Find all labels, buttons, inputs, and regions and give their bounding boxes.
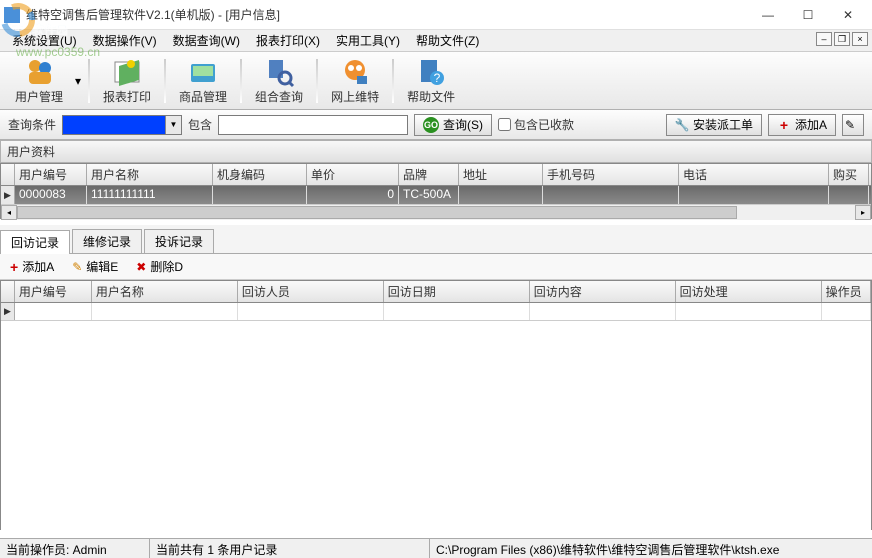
minimize-button[interactable]: — bbox=[748, 1, 788, 29]
search-bar: 查询条件 ▼ 包含 GO 查询(S) 包含已收款 🔧 安装派工单 + 添加A ✎ bbox=[0, 110, 872, 140]
col-body-code[interactable]: 机身编码 bbox=[213, 164, 307, 185]
report-icon bbox=[111, 56, 143, 88]
scroll-left-icon[interactable]: ◂ bbox=[1, 205, 17, 220]
add-button[interactable]: + 添加A bbox=[768, 114, 836, 136]
col-buy[interactable]: 购买 bbox=[829, 164, 869, 185]
col-user-id[interactable]: 用户编号 bbox=[15, 164, 87, 185]
maximize-button[interactable]: ☐ bbox=[788, 1, 828, 29]
delete-icon: ✖ bbox=[136, 260, 146, 274]
mdi-controls: – ❐ × bbox=[816, 32, 868, 46]
close-button[interactable]: ✕ bbox=[828, 1, 868, 29]
user-grid-hscroll[interactable]: ◂ ▸ bbox=[1, 204, 871, 220]
query-button[interactable]: GO 查询(S) bbox=[414, 114, 492, 136]
mdi-restore[interactable]: ❐ bbox=[834, 32, 850, 46]
visit-grid-header: 用户编号 用户名称 回访人员 回访日期 回访内容 回访处理 操作员 bbox=[1, 281, 871, 303]
vcol-visit-handle[interactable]: 回访处理 bbox=[676, 281, 822, 302]
search-input[interactable] bbox=[218, 115, 408, 135]
col-brand[interactable]: 品牌 bbox=[399, 164, 459, 185]
tool-user-mgmt-dropdown[interactable]: ▾ bbox=[72, 55, 84, 107]
titlebar: 维特空调售后管理软件V2.1(单机版) - [用户信息] — ☐ ✕ bbox=[0, 0, 872, 30]
user-grid: 用户编号 用户名称 机身编码 单价 品牌 地址 手机号码 电话 购买 ▶ 000… bbox=[0, 163, 872, 219]
tool-web[interactable]: 网上维特 bbox=[322, 55, 388, 107]
tab-repair[interactable]: 维修记录 bbox=[72, 229, 142, 253]
vcol-operator[interactable]: 操作员 bbox=[822, 281, 871, 302]
vcol-user-name[interactable]: 用户名称 bbox=[92, 281, 238, 302]
help-icon: ? bbox=[415, 56, 447, 88]
main-toolbar: 用户管理 ▾ 报表打印 商品管理 组合查询 网上维特 ? 帮助文件 bbox=[0, 52, 872, 110]
tool-report-print[interactable]: 报表打印 bbox=[94, 55, 160, 107]
combo-query-icon bbox=[263, 56, 295, 88]
go-icon: GO bbox=[423, 117, 439, 133]
tab-complaint[interactable]: 投诉记录 bbox=[144, 229, 214, 253]
chevron-down-icon: ▼ bbox=[165, 116, 181, 134]
menu-tools[interactable]: 实用工具(Y) bbox=[328, 30, 408, 51]
visit-grid: 用户编号 用户名称 回访人员 回访日期 回访内容 回访处理 操作员 ▶ bbox=[0, 280, 872, 530]
menu-data-query[interactable]: 数据查询(W) bbox=[165, 30, 248, 51]
col-phone[interactable]: 电话 bbox=[679, 164, 829, 185]
svg-text:?: ? bbox=[434, 71, 441, 85]
sub-toolbar: + 添加A ✎ 编辑E ✖ 删除D bbox=[0, 254, 872, 280]
sub-delete-button[interactable]: ✖ 删除D bbox=[132, 256, 187, 277]
include-paid-input[interactable] bbox=[498, 118, 511, 131]
scroll-right-icon[interactable]: ▸ bbox=[855, 205, 871, 220]
app-icon bbox=[4, 7, 20, 23]
goods-icon bbox=[187, 56, 219, 88]
plus-icon: + bbox=[10, 259, 18, 275]
search-condition-combo[interactable]: ▼ bbox=[62, 115, 182, 135]
mdi-minimize[interactable]: – bbox=[816, 32, 832, 46]
vcol-visitor[interactable]: 回访人员 bbox=[238, 281, 384, 302]
menu-data-ops[interactable]: 数据操作(V) bbox=[85, 30, 165, 51]
wrench-icon: 🔧 bbox=[675, 118, 689, 132]
plus-icon: + bbox=[777, 118, 791, 132]
tool-combo-query[interactable]: 组合查询 bbox=[246, 55, 312, 107]
status-bar: 当前操作员: Admin 当前共有 1 条用户记录 C:\Program Fil… bbox=[0, 538, 872, 558]
search-contain-label: 包含 bbox=[188, 116, 212, 133]
vcol-user-id[interactable]: 用户编号 bbox=[15, 281, 92, 302]
tab-visit[interactable]: 回访记录 bbox=[0, 230, 70, 254]
visit-grid-body: ▶ bbox=[1, 303, 871, 321]
row-marker-icon: ▶ bbox=[1, 303, 15, 320]
record-tabs: 回访记录 维修记录 投诉记录 bbox=[0, 225, 872, 254]
user-grid-header: 用户编号 用户名称 机身编码 单价 品牌 地址 手机号码 电话 购买 bbox=[1, 164, 871, 186]
search-condition-label: 查询条件 bbox=[8, 116, 56, 133]
table-row[interactable]: ▶ 0000083 11111111111 0 TC-500A bbox=[1, 186, 871, 204]
extra-button[interactable]: ✎ bbox=[842, 114, 864, 136]
users-icon bbox=[23, 56, 55, 88]
install-dispatch-button[interactable]: 🔧 安装派工单 bbox=[666, 114, 762, 136]
vcol-visit-content[interactable]: 回访内容 bbox=[530, 281, 676, 302]
sub-add-button[interactable]: + 添加A bbox=[6, 256, 58, 277]
sub-edit-button[interactable]: ✎ 编辑E bbox=[68, 256, 122, 277]
col-price[interactable]: 单价 bbox=[307, 164, 399, 185]
status-record-count: 当前共有 1 条用户记录 bbox=[150, 539, 430, 558]
col-mobile[interactable]: 手机号码 bbox=[543, 164, 679, 185]
menubar: 系统设置(U) 数据操作(V) 数据查询(W) 报表打印(X) 实用工具(Y) … bbox=[0, 30, 872, 52]
table-row[interactable]: ▶ bbox=[1, 303, 871, 321]
pencil-icon: ✎ bbox=[72, 260, 82, 274]
row-marker-icon: ▶ bbox=[1, 186, 15, 204]
tool-help[interactable]: ? 帮助文件 bbox=[398, 55, 464, 107]
window-title: 维特空调售后管理软件V2.1(单机版) - [用户信息] bbox=[26, 6, 748, 23]
menu-help[interactable]: 帮助文件(Z) bbox=[408, 30, 487, 51]
pencil-icon: ✎ bbox=[843, 118, 857, 132]
menu-system[interactable]: 系统设置(U) bbox=[4, 30, 85, 51]
tool-user-mgmt[interactable]: 用户管理 bbox=[6, 55, 72, 107]
scroll-thumb[interactable] bbox=[17, 206, 737, 219]
col-address[interactable]: 地址 bbox=[459, 164, 543, 185]
window-controls: — ☐ ✕ bbox=[748, 1, 868, 29]
mdi-close[interactable]: × bbox=[852, 32, 868, 46]
vcol-visit-date[interactable]: 回访日期 bbox=[384, 281, 530, 302]
col-user-name[interactable]: 用户名称 bbox=[87, 164, 213, 185]
include-paid-checkbox[interactable]: 包含已收款 bbox=[498, 116, 574, 133]
status-path: C:\Program Files (x86)\维特软件\维特空调售后管理软件\k… bbox=[430, 539, 872, 558]
tool-goods-mgmt[interactable]: 商品管理 bbox=[170, 55, 236, 107]
menu-report[interactable]: 报表打印(X) bbox=[248, 30, 328, 51]
user-data-header: 用户资料 bbox=[0, 140, 872, 163]
status-operator: 当前操作员: Admin bbox=[0, 539, 150, 558]
user-grid-body: ▶ 0000083 11111111111 0 TC-500A bbox=[1, 186, 871, 204]
web-icon bbox=[339, 56, 371, 88]
